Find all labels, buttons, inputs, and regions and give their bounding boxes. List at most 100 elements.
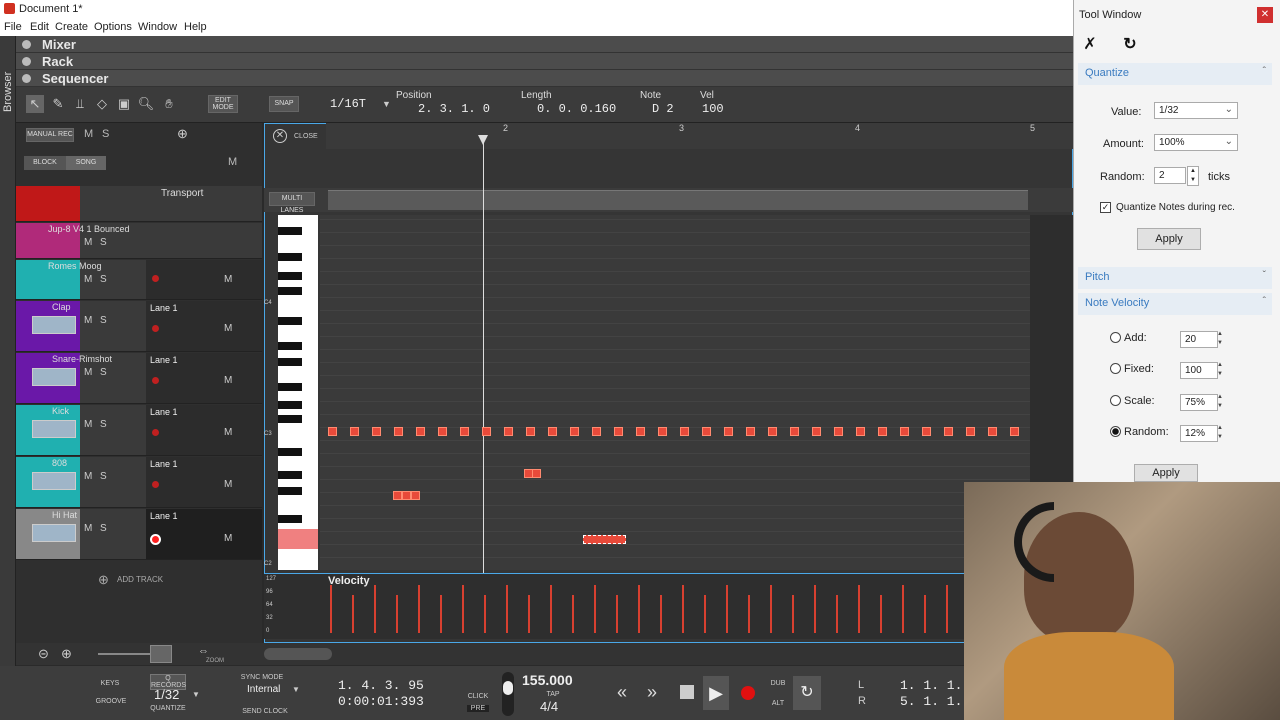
timeline-ruler[interactable]: 2 3 4 5 — [326, 123, 1073, 149]
menu-options[interactable]: Options — [94, 21, 132, 33]
note-velocity-section[interactable]: Note Velocity ˆ — [1078, 293, 1272, 315]
record-button[interactable] — [152, 325, 159, 332]
velocity-bar[interactable] — [902, 585, 904, 633]
note[interactable] — [944, 427, 953, 436]
velocity-bar[interactable] — [440, 595, 442, 633]
velocity-bar[interactable] — [770, 585, 772, 633]
click-level-knob[interactable] — [503, 681, 513, 695]
note[interactable] — [411, 491, 420, 500]
note[interactable] — [393, 491, 402, 500]
mixer-panel[interactable]: Mixer — [16, 36, 1073, 53]
note[interactable] — [526, 427, 535, 436]
velocity-bar[interactable] — [462, 585, 464, 633]
multi-lanes-button[interactable]: MULTI LANES — [269, 192, 315, 214]
note[interactable] — [1010, 427, 1019, 436]
fixed-radio[interactable] — [1110, 363, 1121, 374]
close-icon[interactable]: ✕ — [273, 129, 287, 143]
record-icon[interactable] — [741, 686, 755, 700]
snap-dropdown-icon[interactable]: ▼ — [382, 99, 391, 109]
velocity-bar[interactable] — [396, 595, 398, 633]
length-value[interactable]: 0. 0. 0.160 — [537, 102, 616, 116]
pencil-tool-icon[interactable]: ✎ — [49, 95, 67, 113]
note[interactable] — [328, 427, 337, 436]
record-button[interactable] — [152, 429, 159, 436]
tap-button[interactable]: TAP — [542, 691, 564, 698]
add-icon[interactable]: ⊕ — [177, 126, 188, 142]
velocity-bar[interactable] — [330, 585, 332, 633]
velocity-bar[interactable] — [638, 585, 640, 633]
tempo-value[interactable]: 155.000 — [522, 672, 573, 688]
scale-stepper-icon[interactable]: ▲ ▼ — [1214, 393, 1226, 413]
note[interactable] — [768, 427, 777, 436]
note[interactable] — [746, 427, 755, 436]
note[interactable] — [966, 427, 975, 436]
velocity-bar[interactable] — [880, 595, 882, 633]
clip-lane-bar[interactable] — [328, 190, 1028, 210]
play-icon[interactable]: ▶ — [703, 676, 729, 710]
rack-panel[interactable]: Rack — [16, 53, 1073, 70]
alt-button[interactable]: ALT — [768, 700, 788, 707]
quantize-dropdown-icon[interactable]: ▼ — [192, 690, 200, 699]
velocity-bar[interactable] — [836, 595, 838, 633]
vel-value[interactable]: 100 — [702, 102, 724, 116]
scale-radio[interactable] — [1110, 395, 1121, 406]
quantize-amount-select[interactable]: 100% ⌄ — [1154, 134, 1238, 151]
solo-button[interactable]: S — [100, 315, 107, 326]
solo-button[interactable]: S — [100, 471, 107, 482]
velocity-bar[interactable] — [352, 595, 354, 633]
mute-button[interactable]: M — [84, 274, 92, 285]
track-808[interactable]: 808 M S Lane 1 M — [16, 457, 262, 508]
velocity-bar[interactable] — [924, 595, 926, 633]
browser-strip[interactable]: Browser — [0, 36, 16, 666]
note-grid[interactable] — [320, 215, 1070, 570]
velocity-random-field[interactable]: 12% — [1180, 425, 1218, 442]
keys-button[interactable]: KEYS — [98, 680, 122, 687]
mute-button[interactable]: M — [84, 237, 92, 248]
piano-keyboard[interactable] — [278, 215, 318, 570]
note[interactable] — [592, 427, 601, 436]
record-button[interactable] — [152, 481, 159, 488]
random-ticks-field[interactable]: 2 — [1154, 167, 1186, 184]
note[interactable] — [724, 427, 733, 436]
track-snare-rimshot[interactable]: Snare-Rimshot M S Lane 1 M — [16, 353, 262, 404]
lane-mute-button[interactable]: M — [224, 375, 232, 386]
velocity-bar[interactable] — [682, 585, 684, 633]
velocity-bar[interactable] — [946, 585, 948, 633]
refresh-icon[interactable]: ↻ — [1118, 34, 1142, 56]
add-field[interactable]: 20 — [1180, 331, 1218, 348]
velocity-bar[interactable] — [858, 585, 860, 633]
note[interactable] — [350, 427, 359, 436]
mute-button[interactable]: M — [84, 419, 92, 430]
menu-help[interactable]: Help — [184, 21, 207, 33]
fast-forward-icon[interactable]: » — [647, 682, 657, 703]
menu-edit[interactable]: Edit — [30, 21, 49, 33]
mute-tool-icon[interactable]: ▣ — [115, 95, 133, 113]
mute-button[interactable]: M — [84, 523, 92, 534]
lane-mute-button[interactable]: M — [224, 479, 232, 490]
master-m[interactable]: M — [228, 156, 237, 168]
pre-button[interactable]: PRE — [467, 705, 489, 712]
solo-button[interactable]: S — [100, 419, 107, 430]
velocity-bar[interactable] — [704, 595, 706, 633]
song-button[interactable]: SONG — [66, 156, 106, 170]
quantize-value[interactable]: 1/32 — [154, 687, 179, 702]
note[interactable] — [402, 491, 411, 500]
fixed-stepper-icon[interactable]: ▲ ▼ — [1214, 361, 1226, 381]
fixed-field[interactable]: 100 — [1180, 362, 1218, 379]
velocity-bar[interactable] — [506, 585, 508, 633]
random-stepper-icon[interactable]: ▲ ▼ — [1187, 166, 1199, 186]
lane-mute-button[interactable]: M — [224, 427, 232, 438]
select-tool-icon[interactable]: ↖ — [26, 95, 44, 113]
velocity-bar[interactable] — [550, 585, 552, 633]
close-label[interactable]: CLOSE — [294, 133, 318, 140]
mute-button[interactable]: M — [84, 471, 92, 482]
horizontal-scrollbar[interactable] — [264, 648, 332, 660]
record-button[interactable] — [152, 536, 159, 543]
magnify-tool-icon[interactable]: 🔍︎ — [137, 95, 155, 113]
note[interactable] — [416, 427, 425, 436]
mute-button[interactable]: M — [84, 367, 92, 378]
manual-rec-button[interactable]: MANUAL REC — [26, 128, 74, 142]
note[interactable] — [922, 427, 931, 436]
velocity-bar[interactable] — [594, 585, 596, 633]
zoom-out-icon[interactable]: ⊝ — [38, 646, 49, 662]
